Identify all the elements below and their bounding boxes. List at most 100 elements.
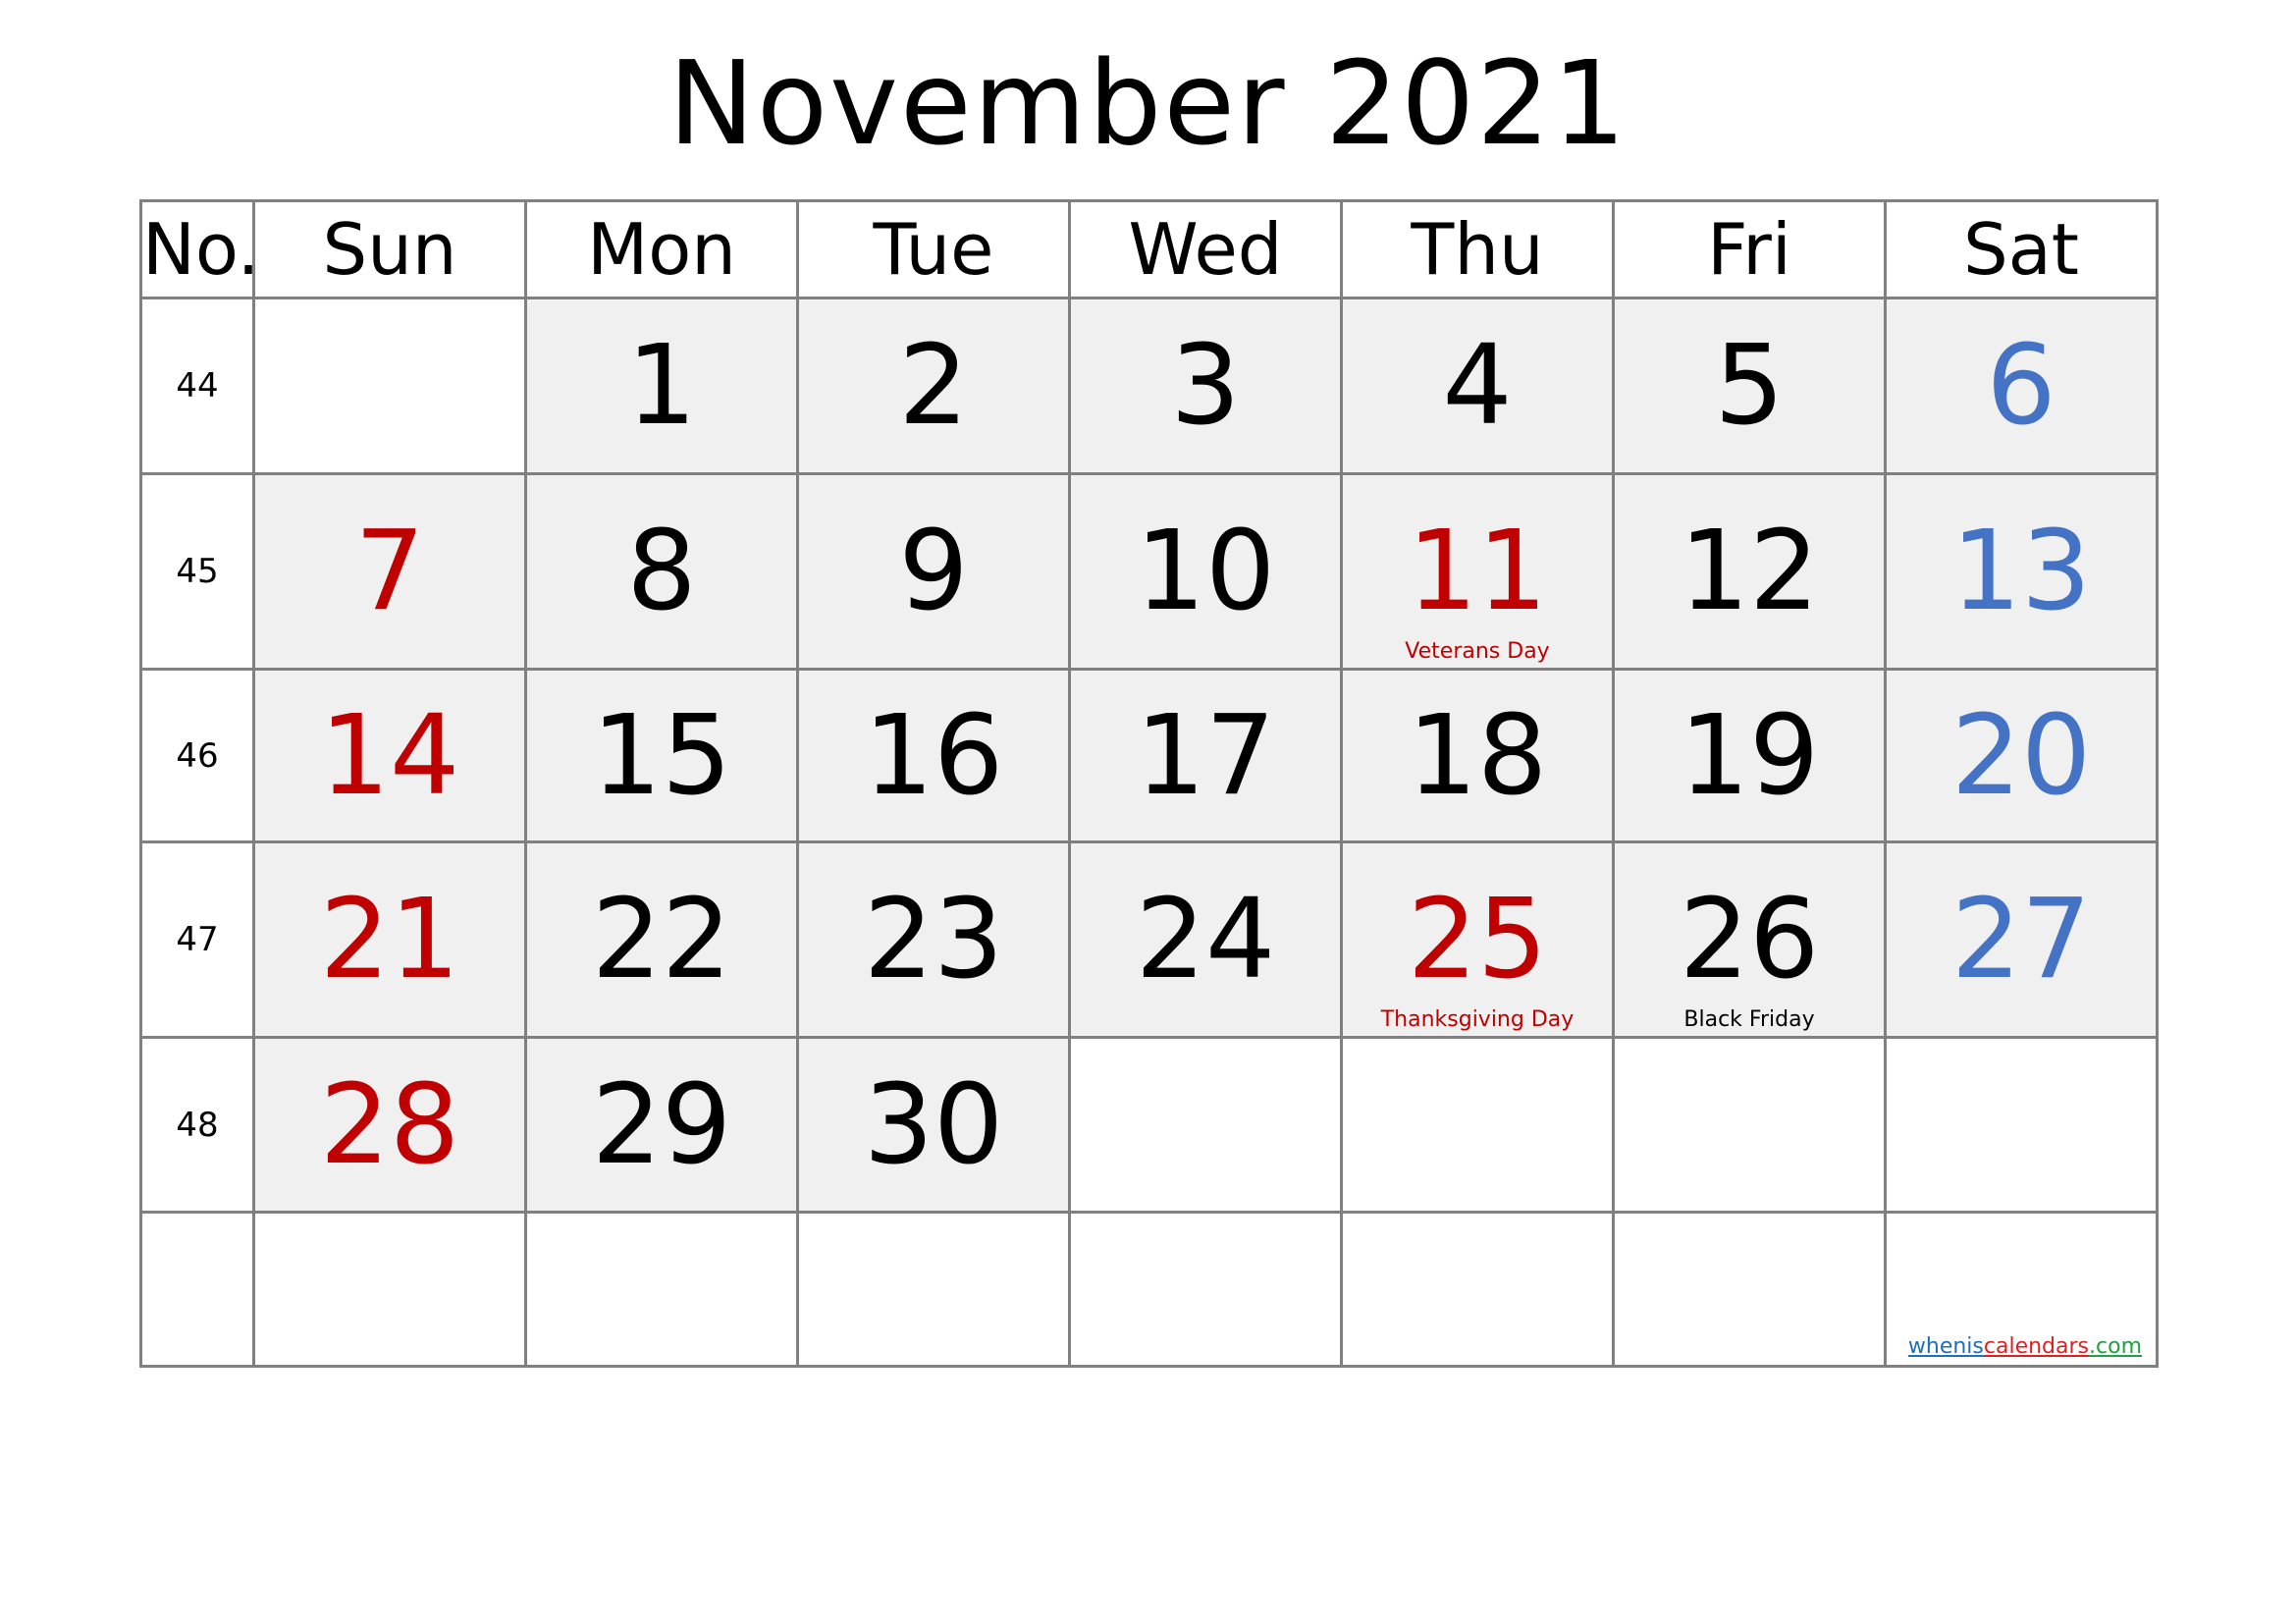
brand-part-3: .com xyxy=(2089,1334,2142,1359)
week-number xyxy=(139,1211,255,1368)
day-cell[interactable]: 21 xyxy=(252,840,527,1039)
week-row: 48 28 29 30 xyxy=(139,1036,2159,1214)
day-header-wed: Wed xyxy=(1068,199,1343,299)
day-number: 18 xyxy=(1407,691,1548,820)
day-cell-holiday[interactable]: 11 Veterans Day xyxy=(1340,472,1615,671)
day-number: 3 xyxy=(1170,322,1241,450)
day-cell[interactable]: 12 xyxy=(1612,472,1887,671)
day-cell[interactable]: 17 xyxy=(1068,668,1343,843)
empty-cell xyxy=(252,297,527,475)
day-number: 1 xyxy=(626,322,697,450)
week-row: 44 1 2 3 4 5 6 xyxy=(139,297,2159,475)
day-number: 24 xyxy=(1135,876,1276,1003)
empty-cell xyxy=(1068,1036,1343,1214)
week-number: 45 xyxy=(139,472,255,671)
day-header-thu: Thu xyxy=(1340,199,1615,299)
empty-cell xyxy=(1884,1036,2159,1214)
holiday-label-veterans-day: Veterans Day xyxy=(1405,639,1550,664)
empty-cell xyxy=(796,1211,1071,1368)
brand-part-2: calendars xyxy=(1983,1334,2090,1359)
week-number: 47 xyxy=(139,840,255,1039)
day-cell[interactable]: 8 xyxy=(524,472,799,671)
day-number: 2 xyxy=(898,322,969,450)
holiday-label-thanksgiving: Thanksgiving Day xyxy=(1380,1007,1575,1032)
day-number: 19 xyxy=(1679,691,1820,820)
day-number: 10 xyxy=(1135,508,1276,635)
week-row: 46 14 15 16 17 18 19 20 xyxy=(139,668,2159,843)
day-cell[interactable]: 30 xyxy=(796,1036,1071,1214)
week-number: 44 xyxy=(139,297,255,475)
day-header-tue: Tue xyxy=(796,199,1071,299)
day-number: 30 xyxy=(863,1060,1004,1189)
day-number: 20 xyxy=(1950,691,2092,820)
day-header-sat: Sat xyxy=(1884,199,2159,299)
week-number: 48 xyxy=(139,1036,255,1214)
calendar-title: November 2021 xyxy=(667,35,1629,171)
week-row: wheniscalendars.com xyxy=(139,1211,2159,1368)
day-number: 4 xyxy=(1442,322,1513,450)
week-row: 47 21 22 23 24 25 Thanksgiving Day 26 Bl… xyxy=(139,840,2159,1039)
day-cell[interactable]: 18 xyxy=(1340,668,1615,843)
day-number: 9 xyxy=(898,508,969,635)
day-cell[interactable]: 20 xyxy=(1884,668,2159,843)
day-cell[interactable]: 16 xyxy=(796,668,1071,843)
empty-cell xyxy=(524,1211,799,1368)
day-cell[interactable]: 5 xyxy=(1612,297,1887,475)
week-row: 45 7 8 9 10 11 Veterans Day 12 13 xyxy=(139,472,2159,671)
day-cell[interactable]: 29 xyxy=(524,1036,799,1214)
day-cell[interactable]: 3 xyxy=(1068,297,1343,475)
day-number: 29 xyxy=(591,1060,732,1189)
day-cell[interactable]: 22 xyxy=(524,840,799,1039)
day-cell[interactable]: 24 xyxy=(1068,840,1343,1039)
day-number: 14 xyxy=(319,691,460,820)
day-number: 11 xyxy=(1407,508,1548,635)
empty-cell xyxy=(1068,1211,1343,1368)
day-number: 25 xyxy=(1407,876,1548,1003)
day-cell[interactable]: 7 xyxy=(252,472,527,671)
day-cell-observance[interactable]: 26 Black Friday xyxy=(1612,840,1887,1039)
day-cell[interactable]: 9 xyxy=(796,472,1071,671)
day-cell[interactable]: 4 xyxy=(1340,297,1615,475)
empty-cell xyxy=(1612,1036,1887,1214)
brand-link[interactable]: wheniscalendars.com xyxy=(1908,1334,2142,1359)
day-number: 6 xyxy=(1986,322,2056,450)
day-number: 22 xyxy=(591,876,732,1003)
empty-cell xyxy=(1340,1211,1615,1368)
header-row: No. Sun Mon Tue Wed Thu Fri Sat xyxy=(139,199,2159,299)
day-number: 28 xyxy=(319,1060,460,1189)
day-cell[interactable]: 23 xyxy=(796,840,1071,1039)
holiday-label-black-friday: Black Friday xyxy=(1683,1007,1815,1032)
day-cell[interactable]: 6 xyxy=(1884,297,2159,475)
day-number: 23 xyxy=(863,876,1004,1003)
day-cell[interactable]: 10 xyxy=(1068,472,1343,671)
day-cell-holiday[interactable]: 25 Thanksgiving Day xyxy=(1340,840,1615,1039)
day-cell[interactable]: 28 xyxy=(252,1036,527,1214)
day-number: 12 xyxy=(1679,508,1820,635)
day-cell[interactable]: 14 xyxy=(252,668,527,843)
brand-part-1: whenis xyxy=(1907,1334,1984,1359)
day-number: 26 xyxy=(1679,876,1820,1003)
day-number: 7 xyxy=(354,508,425,635)
day-header-sun: Sun xyxy=(252,199,527,299)
empty-cell xyxy=(1340,1036,1615,1214)
day-number: 21 xyxy=(319,876,460,1003)
day-header-fri: Fri xyxy=(1612,199,1887,299)
week-number: 46 xyxy=(139,668,255,843)
day-number: 16 xyxy=(863,691,1004,820)
empty-cell xyxy=(1612,1211,1887,1368)
day-cell[interactable]: 2 xyxy=(796,297,1071,475)
brand-cell: wheniscalendars.com xyxy=(1884,1211,2159,1368)
day-header-mon: Mon xyxy=(524,199,799,299)
week-number-header: No. xyxy=(139,199,260,299)
day-cell[interactable]: 1 xyxy=(524,297,799,475)
day-cell[interactable]: 19 xyxy=(1612,668,1887,843)
empty-cell xyxy=(252,1211,527,1368)
day-number: 27 xyxy=(1950,876,2092,1003)
day-cell[interactable]: 13 xyxy=(1884,472,2159,671)
day-number: 17 xyxy=(1135,691,1276,820)
day-cell[interactable]: 27 xyxy=(1884,840,2159,1039)
day-number: 5 xyxy=(1714,322,1785,450)
calendar-grid: No. Sun Mon Tue Wed Thu Fri Sat 44 1 2 3… xyxy=(139,199,2159,1368)
day-number: 8 xyxy=(626,508,697,635)
day-cell[interactable]: 15 xyxy=(524,668,799,843)
